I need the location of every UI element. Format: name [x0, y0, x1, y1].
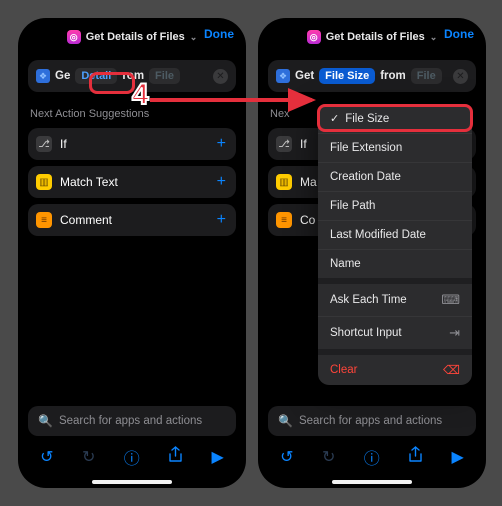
option-label: File Path: [330, 200, 375, 212]
comment-icon: ≡: [36, 212, 52, 228]
bottom-toolbar: ↺ ↻ ⓘ ▶: [258, 440, 486, 474]
suggestion-label: Comment: [60, 213, 112, 227]
search-bar[interactable]: 🔍 Search for apps and actions: [28, 406, 236, 436]
clear-icon: ⌫: [443, 363, 460, 377]
branch-icon: ⎇: [36, 136, 52, 152]
action-get-details[interactable]: ❖ Ge Detail rom File ✕: [28, 60, 236, 92]
plus-icon[interactable]: +: [217, 211, 226, 229]
chevron-down-icon: ⌄: [190, 32, 198, 43]
option-label: Creation Date: [330, 171, 401, 183]
suggestion-label: Match Text: [60, 175, 118, 189]
play-icon[interactable]: ▶: [451, 447, 463, 467]
popover-clear[interactable]: Clear ⌫: [318, 355, 472, 385]
check-icon: ✓: [330, 112, 339, 125]
detail-token[interactable]: Detail: [75, 68, 117, 84]
plus-icon[interactable]: +: [217, 173, 226, 191]
clear-label: Clear: [330, 364, 357, 376]
action-text-mid: from: [380, 70, 406, 82]
chevron-down-icon: ⌄: [430, 32, 438, 43]
search-icon: 🔍: [38, 414, 53, 428]
details-icon: ◎: [307, 30, 321, 44]
file-details-icon: ❖: [276, 69, 290, 83]
plus-icon[interactable]: +: [217, 135, 226, 153]
shortcut-title[interactable]: ◎ Get Details of Files ⌄: [67, 30, 198, 44]
share-icon[interactable]: [408, 446, 423, 468]
shortcut-title[interactable]: ◎ Get Details of Files ⌄: [307, 30, 438, 44]
phone-left: ◎ Get Details of Files ⌄ Done ❖ Ge Detai…: [18, 18, 246, 488]
popover-option-creation-date[interactable]: Creation Date: [318, 163, 472, 192]
detail-token[interactable]: File Size: [319, 68, 375, 84]
popover-option-file-path[interactable]: File Path: [318, 192, 472, 221]
ask-icon: ⌨: [441, 292, 460, 308]
phone-right: ◎ Get Details of Files ⌄ Done ❖ Get File…: [258, 18, 486, 488]
title-text: Get Details of Files: [326, 31, 425, 43]
match-icon: ▥: [276, 174, 292, 190]
done-button[interactable]: Done: [204, 27, 234, 41]
info-icon[interactable]: ⓘ: [364, 445, 380, 469]
option-label: Shortcut Input: [330, 327, 402, 339]
file-details-icon: ❖: [36, 69, 50, 83]
home-indicator[interactable]: [332, 480, 412, 484]
popover-ask-each-time[interactable]: Ask Each Time ⌨: [318, 284, 472, 317]
clear-action-icon[interactable]: ✕: [213, 69, 228, 84]
info-icon[interactable]: ⓘ: [124, 445, 140, 469]
suggestion-match-text[interactable]: ▥ Match Text +: [28, 166, 236, 198]
match-icon: ▥: [36, 174, 52, 190]
suggestions-label: Next Action Suggestions: [30, 108, 234, 120]
undo-icon[interactable]: ↺: [280, 447, 293, 467]
popover-option-name[interactable]: Name: [318, 250, 472, 278]
share-icon[interactable]: [168, 446, 183, 468]
title-text: Get Details of Files: [86, 31, 185, 43]
header: ◎ Get Details of Files ⌄ Done: [258, 18, 486, 52]
option-label: File Extension: [330, 142, 402, 154]
comment-icon: ≡: [276, 212, 292, 228]
popover-option-file-size[interactable]: ✓ File Size: [318, 104, 472, 134]
popover-option-file-extension[interactable]: File Extension: [318, 134, 472, 163]
suggestion-label: If: [300, 137, 307, 151]
branch-icon: ⎇: [276, 136, 292, 152]
header: ◎ Get Details of Files ⌄ Done: [18, 18, 246, 52]
suggestion-if[interactable]: ⎇ If +: [28, 128, 236, 160]
popover-option-last-modified-date[interactable]: Last Modified Date: [318, 221, 472, 250]
suggestion-comment[interactable]: ≡ Comment +: [28, 204, 236, 236]
file-token[interactable]: File: [149, 68, 180, 84]
suggestion-label: Ma: [300, 175, 317, 189]
option-label: Name: [330, 258, 361, 270]
redo-icon: ↻: [82, 447, 95, 467]
suggestion-label: Co: [300, 213, 315, 227]
bottom-toolbar: ↺ ↻ ⓘ ▶: [18, 440, 246, 474]
play-icon[interactable]: ▶: [211, 447, 223, 467]
input-icon: ⇥: [449, 325, 460, 341]
search-bar[interactable]: 🔍 Search for apps and actions: [268, 406, 476, 436]
done-button[interactable]: Done: [444, 27, 474, 41]
option-label: Last Modified Date: [330, 229, 426, 241]
file-token[interactable]: File: [411, 68, 442, 84]
action-get-details[interactable]: ❖ Get File Size from File ✕: [268, 60, 476, 92]
popover-shortcut-input[interactable]: Shortcut Input ⇥: [318, 317, 472, 349]
search-placeholder: Search for apps and actions: [299, 415, 442, 427]
workspace: ❖ Ge Detail rom File ✕ Next Action Sugge…: [18, 52, 246, 236]
undo-icon[interactable]: ↺: [40, 447, 53, 467]
option-label: File Size: [345, 113, 389, 125]
search-placeholder: Search for apps and actions: [59, 415, 202, 427]
option-label: Ask Each Time: [330, 294, 407, 306]
details-icon: ◎: [67, 30, 81, 44]
redo-icon: ↻: [322, 447, 335, 467]
detail-popover: ✓ File Size File Extension Creation Date…: [318, 104, 472, 385]
search-icon: 🔍: [278, 414, 293, 428]
action-text-prefix: Get: [295, 70, 314, 82]
suggestion-label: If: [60, 137, 67, 151]
clear-action-icon[interactable]: ✕: [453, 69, 468, 84]
action-text-mid: rom: [122, 70, 144, 82]
action-text-prefix: Ge: [55, 70, 70, 82]
home-indicator[interactable]: [92, 480, 172, 484]
